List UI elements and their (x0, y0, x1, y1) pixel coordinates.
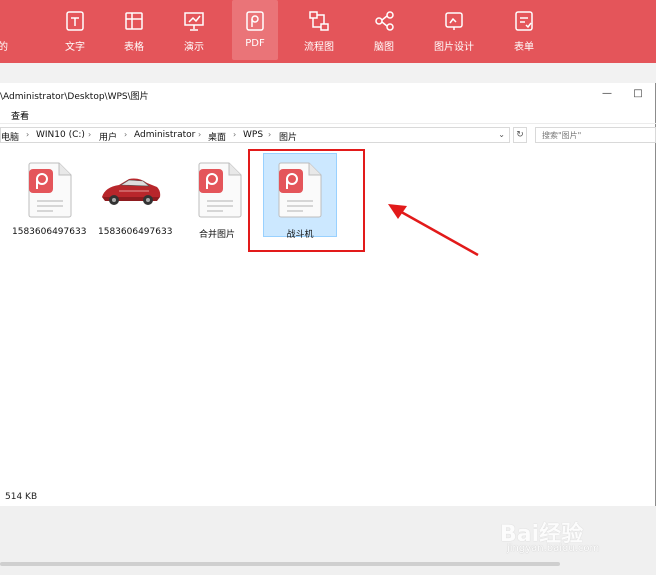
presentation-icon (184, 12, 204, 31)
pdf-icon (246, 11, 264, 31)
toolbar-item-label: 流程图 (304, 42, 334, 53)
toolbar-item-flowchart[interactable]: 流程图 (296, 0, 342, 60)
toolbar-item-label: 文字 (65, 42, 85, 53)
toolbar-item-presentation[interactable]: 演示 (171, 0, 217, 60)
toolbar-item-label: 脑图 (374, 42, 394, 53)
toolbar-item-image-design[interactable]: 图片设计 (431, 0, 477, 60)
image-design-icon (445, 12, 463, 30)
toolbar-item-text[interactable]: 文字 (52, 0, 98, 60)
toolbar-item-label: PDF (245, 38, 265, 49)
text-doc-icon (66, 11, 84, 31)
file-explorer-window: \Administrator\Desktop\WPS\图片 — □ 查看 电脑 … (0, 83, 656, 506)
toolbar-divider (0, 63, 656, 83)
toolbar-item-spreadsheet[interactable]: 表格 (111, 0, 157, 60)
toolbar-item-label: 表单 (514, 42, 534, 53)
annotation-arrow (388, 204, 479, 257)
toolbar-item-label: 演示 (184, 42, 204, 53)
mindmap-icon (375, 11, 394, 31)
status-size: 514 KB (5, 492, 38, 502)
toolbar-item-label: 表格 (124, 42, 144, 53)
horizontal-scrollbar[interactable] (0, 562, 560, 566)
toolbar-item-mindmap[interactable]: 脑图 (361, 0, 407, 60)
watermark-url: jingyan.baidu.com (507, 543, 600, 554)
form-icon (515, 11, 533, 31)
flowchart-icon (309, 11, 329, 31)
toolbar-item-label: 图片设计 (434, 42, 474, 53)
table-icon (125, 12, 143, 30)
toolbar-partial-label: 的 (0, 42, 8, 53)
toolbar-item-pdf[interactable]: PDF (232, 0, 278, 60)
toolbar-item-form[interactable]: 表单 (501, 0, 547, 60)
wps-toolbar: 的 文字 表格 演示 PDF 流程图 脑图 图片设计 表单 (0, 0, 656, 63)
